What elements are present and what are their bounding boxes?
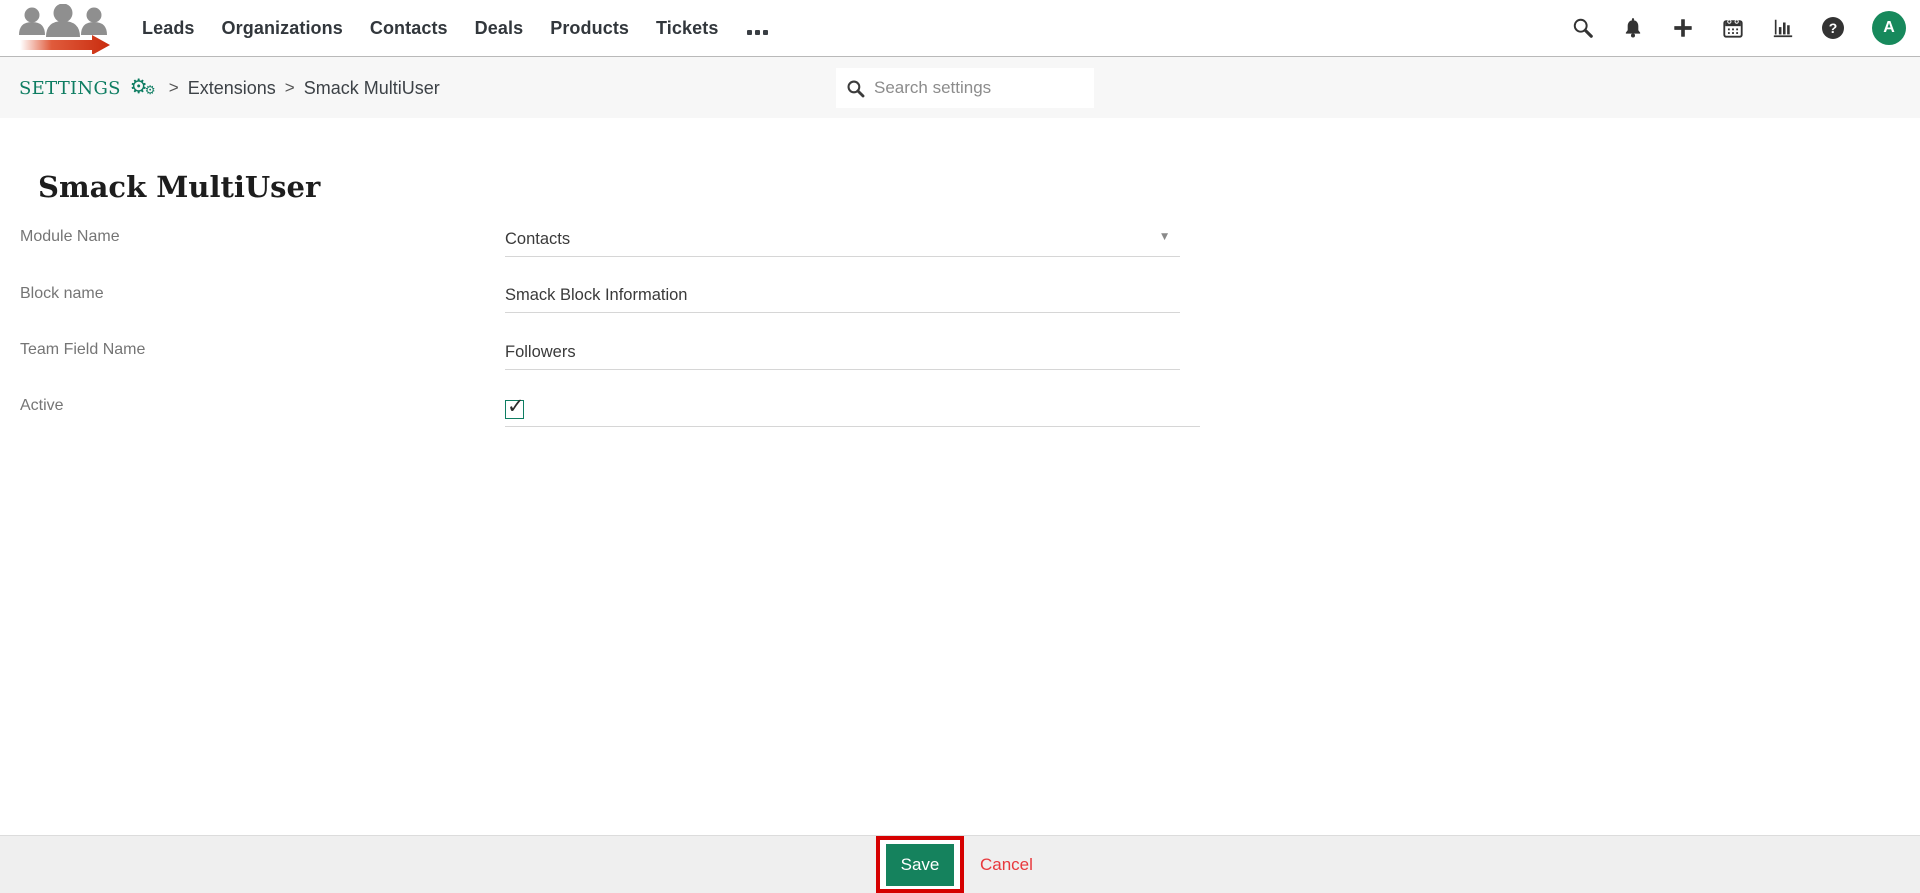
nav-item-leads[interactable]: Leads [142, 18, 195, 39]
breadcrumb-item-current: Smack MultiUser [303, 77, 440, 98]
gear-icon: ⚙ [144, 83, 156, 97]
settings-search-box [836, 68, 1094, 108]
nav-item-deals[interactable]: Deals [475, 18, 524, 39]
settings-search-input[interactable] [874, 78, 1074, 98]
nav-item-tickets[interactable]: Tickets [656, 18, 718, 39]
breadcrumb: SETTINGS ⚙ ⚙ > Extensions > Smack MultiU… [19, 57, 440, 119]
active-checkbox[interactable]: ✓ [505, 394, 525, 419]
user-avatar[interactable]: A [1872, 11, 1906, 45]
active-field: ✓ [505, 392, 1200, 427]
block-name-input[interactable] [505, 285, 1180, 305]
main-menu: Leads Organizations Contacts Deals Produ… [142, 18, 769, 39]
block-name-field [505, 278, 1180, 313]
dot [747, 29, 753, 35]
nav-item-organizations[interactable]: Organizations [222, 18, 343, 39]
help-glyph: ? [1828, 20, 1838, 36]
settings-gears-icon[interactable]: ⚙ ⚙ [130, 74, 160, 102]
search-icon [847, 80, 865, 97]
cancel-link[interactable]: Cancel [980, 836, 1033, 893]
top-nav-bar: Leads Organizations Contacts Deals Produ… [0, 0, 1920, 56]
avatar-initial: A [1883, 19, 1895, 36]
help-icon[interactable]: ? [1822, 17, 1844, 39]
team-field-name-input[interactable] [505, 342, 1180, 362]
breadcrumb-separator: > [168, 78, 179, 97]
chevron-down-icon: ▼ [1161, 232, 1168, 242]
breadcrumb-separator: > [284, 78, 295, 97]
more-menu-icon[interactable] [747, 22, 769, 35]
main-content: Smack MultiUser Module Name Contacts ▼ B… [0, 118, 1920, 835]
reports-chart-icon[interactable] [1772, 17, 1794, 39]
page-title: Smack MultiUser [38, 170, 321, 204]
active-label: Active [20, 397, 64, 414]
calendar-icon[interactable] [1722, 17, 1744, 39]
add-plus-icon[interactable] [1672, 17, 1694, 39]
breadcrumb-item-extensions[interactable]: Extensions [188, 78, 276, 99]
module-name-value: Contacts [505, 229, 571, 248]
dot [755, 29, 761, 35]
block-name-label: Block name [20, 285, 104, 302]
breadcrumb-bar: SETTINGS ⚙ ⚙ > Extensions > Smack MultiU… [0, 56, 1920, 118]
module-name-select[interactable]: Contacts ▼ [505, 222, 1180, 257]
nav-item-contacts[interactable]: Contacts [370, 18, 448, 39]
checkmark-icon: ✓ [507, 393, 525, 418]
save-button[interactable]: Save [885, 843, 955, 886]
footer-action-bar: Save Cancel [0, 835, 1920, 893]
settings-link[interactable]: SETTINGS [19, 78, 121, 99]
team-field-name-field [505, 335, 1180, 370]
dot [763, 29, 769, 35]
search-icon[interactable] [1572, 17, 1594, 39]
nav-item-products[interactable]: Products [550, 18, 629, 39]
notifications-bell-icon[interactable] [1622, 17, 1644, 39]
app-logo-icon[interactable] [10, 4, 120, 54]
annotation-highlight-box: Save [876, 836, 964, 893]
module-name-label: Module Name [20, 228, 120, 245]
team-field-name-label: Team Field Name [20, 341, 146, 358]
nav-actions: ? A [1572, 0, 1906, 56]
